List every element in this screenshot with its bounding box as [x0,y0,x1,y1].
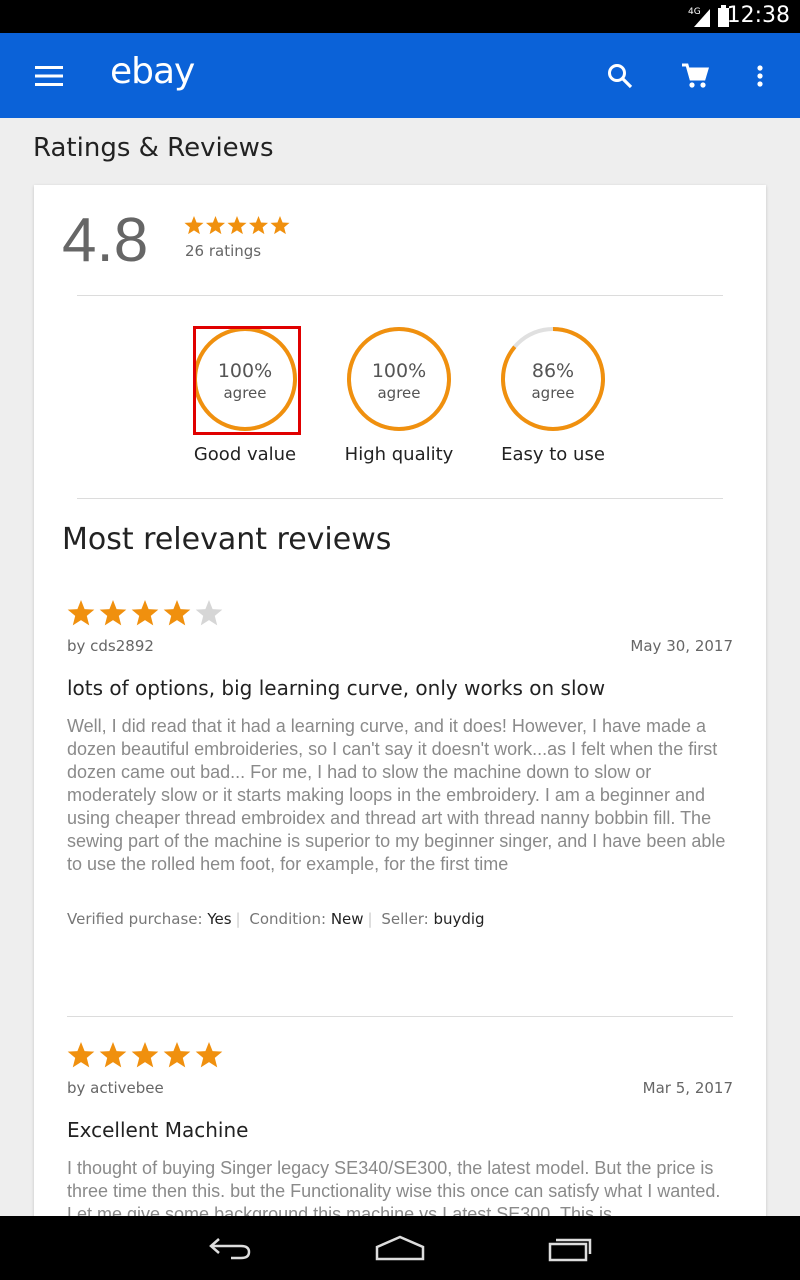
system-nav-bar [0,1216,800,1280]
star-filled-icon [131,1042,159,1068]
star-filled-icon [227,216,247,235]
review-date: May 30, 2017 [630,637,733,655]
search-icon[interactable] [598,33,642,118]
star-filled-icon [99,600,127,626]
aspect-percent: 86% [531,360,575,382]
ratings-count: 26 ratings [185,242,262,260]
svg-text:4G: 4G [688,7,701,17]
selection-highlight [193,326,301,435]
star-filled-icon [163,600,191,626]
star-filled-icon [270,216,290,235]
aspect-label: High quality [344,444,454,465]
review-card[interactable]: by cds2892 May 30, 2017 lots of options,… [67,599,733,939]
aspect-agree: agree [377,384,421,402]
star-filled-icon [67,1042,95,1068]
star-filled-icon [205,216,226,235]
star-filled-icon [99,1042,127,1068]
seller-label: Seller: [381,910,429,928]
star-filled-icon [184,216,204,235]
aspect-high-quality: 100% agree High quality [324,326,474,486]
back-icon[interactable] [200,1216,260,1280]
ebay-logo[interactable]: ebay [110,51,195,92]
star-filled-icon [248,216,269,235]
reviews-title: Most relevant reviews [62,522,392,557]
verified-label: Verified purchase: [67,910,203,928]
aspect-easy-to-use: 86% agree Easy to use [478,326,628,486]
home-icon[interactable] [370,1216,430,1280]
condition-value: New [330,910,364,928]
star-filled-icon [163,1042,191,1068]
review-title: Excellent Machine [67,1118,249,1142]
review-card[interactable]: by activebee Mar 5, 2017 Excellent Machi… [67,1041,733,1225]
star-filled-icon [195,1042,223,1068]
review-stars [67,600,223,626]
more-vert-icon[interactable] [745,33,775,118]
divider [67,1016,733,1017]
seller-value: buydig [433,910,485,928]
review-author: by cds2892 [67,637,154,655]
star-empty-icon [195,600,223,626]
cart-icon[interactable] [672,33,718,118]
verified-value: Yes [207,910,232,928]
average-rating: 4.8 [62,206,149,275]
divider [77,498,723,499]
aspect-percent: 100% [371,360,427,382]
app-bar: ebay [0,33,800,118]
star-filled-icon [67,600,95,626]
status-bar: 4G 12:38 [0,0,800,33]
review-title: lots of options, big learning curve, onl… [67,676,606,700]
status-time: 12:38 [726,3,790,28]
aspect-label: Easy to use [501,444,605,465]
aspect-agree: agree [531,384,575,402]
review-date: Mar 5, 2017 [642,1079,733,1097]
section-title: Ratings & Reviews [33,133,274,163]
condition-label: Condition: [249,910,327,928]
divider [77,295,723,296]
review-author: by activebee [67,1079,164,1097]
aspect-label: Good value [193,444,297,465]
review-body: Well, I did read that it had a learning … [67,716,726,874]
menu-icon[interactable] [22,33,76,118]
review-body: I thought of buying Singer legacy SE340/… [67,1158,721,1224]
star-filled-icon [131,600,159,626]
average-stars [184,216,290,235]
ratings-card: 4.8 26 ratings 100% agree Good value 100… [34,185,766,1225]
review-stars [67,1042,223,1068]
recents-icon[interactable] [540,1216,600,1280]
review-meta: Verified purchase: Yes | Condition: New | … [67,910,485,928]
